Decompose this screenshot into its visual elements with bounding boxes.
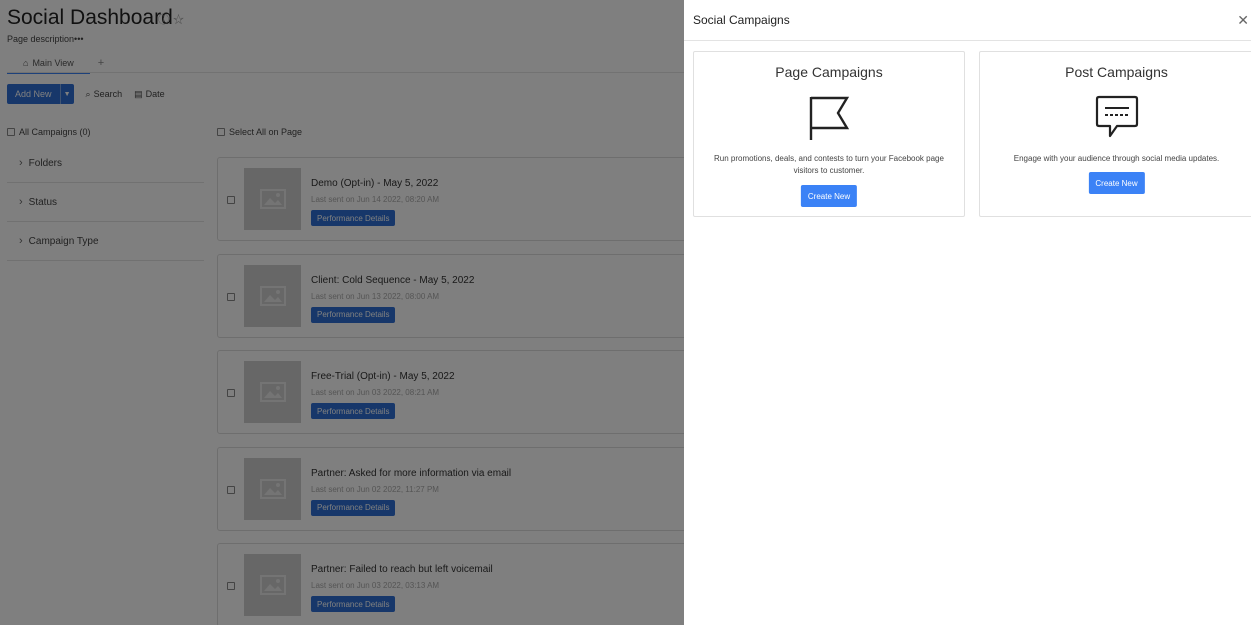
- modal-backdrop[interactable]: [0, 0, 684, 625]
- panel-title: Social Campaigns: [693, 13, 790, 27]
- close-icon[interactable]: ✕: [1237, 12, 1249, 29]
- page-campaigns-title: Page Campaigns: [775, 64, 883, 80]
- post-campaigns-card: Post Campaigns Engage with your audience…: [979, 51, 1251, 217]
- post-campaigns-description: Engage with your audience through social…: [1013, 154, 1220, 163]
- create-post-campaign-button[interactable]: Create New: [1088, 172, 1145, 194]
- page-campaigns-description: Run promotions, deals, and contests to t…: [714, 154, 944, 175]
- social-campaigns-panel: Social Campaigns ✕ Page Campaigns Run pr…: [684, 0, 1251, 625]
- panel-header: Social Campaigns: [684, 0, 1251, 41]
- page-campaigns-card: Page Campaigns Run promotions, deals, an…: [693, 51, 965, 217]
- create-page-campaign-button[interactable]: Create New: [800, 185, 858, 207]
- message-icon: [1095, 94, 1139, 145]
- post-campaigns-title: Post Campaigns: [1065, 64, 1168, 80]
- flag-icon: [807, 94, 851, 147]
